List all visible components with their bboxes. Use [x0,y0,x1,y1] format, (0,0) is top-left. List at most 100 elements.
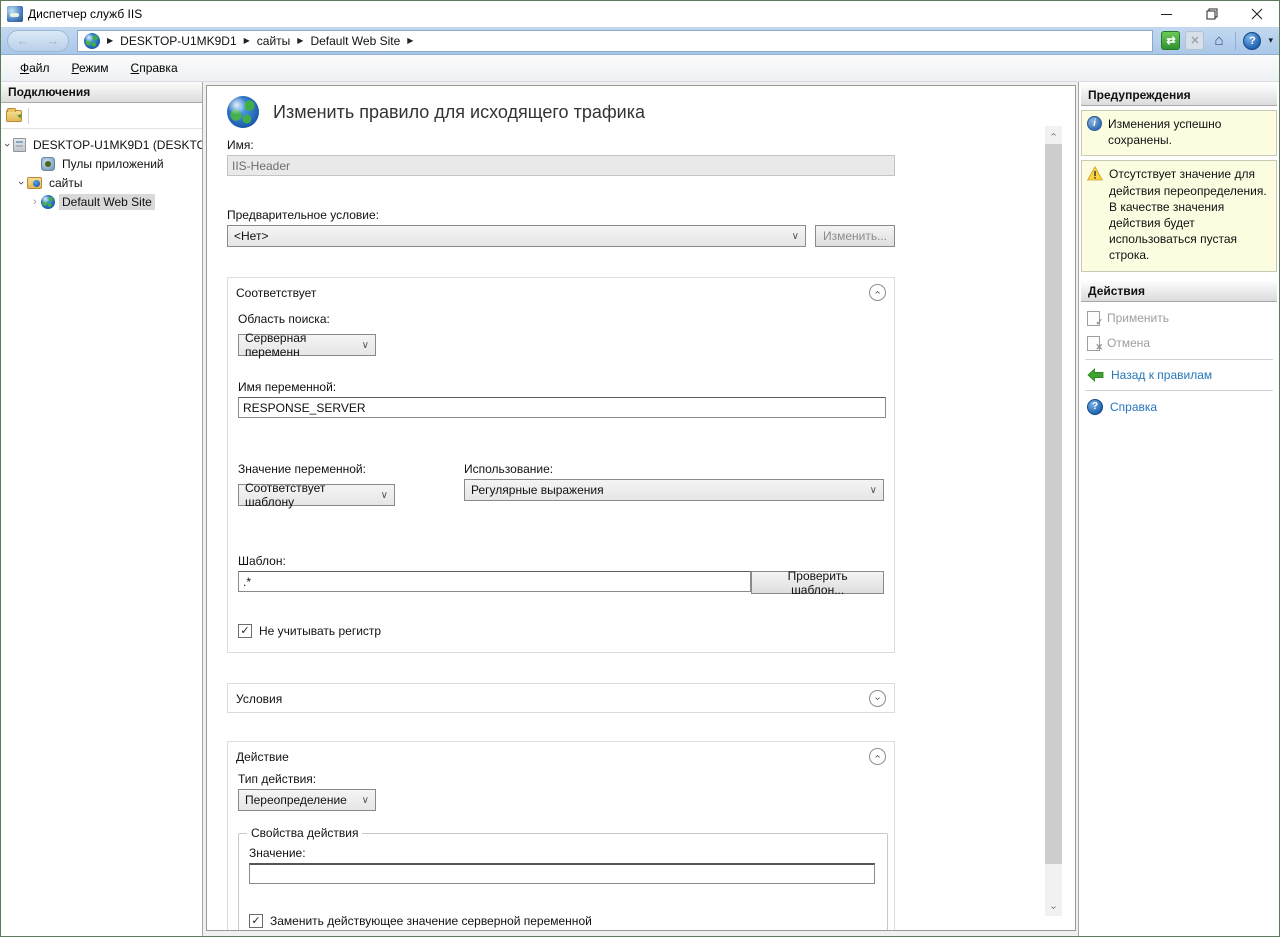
alert-warning: Отсутствует значение для действия переоп… [1081,160,1277,271]
tree-item-app-pools[interactable]: Пулы приложений [1,154,202,173]
help-action[interactable]: ? Справка [1083,394,1275,420]
app-pools-icon [41,157,55,171]
stop-icon: ✕ [1185,31,1204,50]
refresh-icon[interactable]: ⇄ [1161,31,1180,50]
action-section: Действие › Тип действия: Переопределение… [227,741,895,931]
replace-value-label: Заменить действующее значение серверной … [270,914,592,928]
warning-icon [1087,166,1103,181]
breadcrumb-arrow-icon[interactable]: ▶ [107,36,113,45]
match-section-title: Соответствует [236,286,316,300]
breadcrumb-arrow-icon[interactable]: ▶ [244,36,250,45]
expand-icon[interactable]: › [869,690,886,707]
title-bar: Диспетчер служб IIS [1,1,1279,27]
toolbar-separator [1235,32,1236,50]
conditions-section: Условия › [227,683,895,713]
scope-select[interactable]: Серверная переменн ∨ [238,334,376,356]
save-connection-icon[interactable] [6,110,22,122]
expander-icon[interactable]: › [1,139,13,151]
sites-folder-icon [27,177,42,189]
connections-tree: › DESKTOP-U1MK9D1 (DESKTOI Пулы приложен… [1,129,202,211]
navigation-buttons: ← → [7,30,69,52]
action-type-label: Тип действия: [238,772,884,786]
tree-item-sites[interactable]: › сайты [1,173,202,192]
apply-action: Применить [1083,306,1275,331]
breadcrumb-arrow-icon[interactable]: ▶ [407,36,413,45]
close-button[interactable] [1234,1,1279,27]
precondition-select[interactable]: <Нет> ∨ [227,225,806,247]
breadcrumb-site[interactable]: Default Web Site [310,34,400,48]
scope-label: Область поиска: [238,312,884,326]
pattern-input[interactable] [238,571,751,592]
value-input[interactable] [249,863,875,884]
tree-item-server[interactable]: › DESKTOP-U1MK9D1 (DESKTOI [1,135,202,154]
menu-view[interactable]: Режим [63,57,118,79]
tree-item-default-web-site[interactable]: › Default Web Site [1,192,202,211]
chevron-down-icon: ∨ [870,485,877,496]
toolbar-separator [28,108,29,124]
alert-warning-text: Отсутствует значение для действия переоп… [1109,166,1271,263]
scroll-up-icon[interactable]: › [1045,126,1062,143]
action-section-title: Действие [236,750,289,764]
ignore-case-checkbox[interactable]: ✓ [238,624,252,638]
connections-panel: Подключения › DESKTOP-U1MK9D1 (DESKTOI П… [1,82,203,936]
conditions-section-title: Условия [236,692,282,706]
chevron-down-icon: ∨ [792,231,799,242]
window-title: Диспетчер служб IIS [28,7,142,21]
action-properties-legend: Свойства действия [247,826,362,840]
server-icon [13,138,26,152]
help-dropdown-icon[interactable]: ▾ [1268,35,1273,46]
back-icon[interactable]: ← [17,34,30,47]
actions-divider [1085,359,1273,360]
breadcrumb-server[interactable]: DESKTOP-U1MK9D1 [120,34,236,48]
menu-file[interactable]: Файл [11,57,59,79]
page-title: Изменить правило для исходящего трафика [273,102,645,123]
cancel-icon [1087,336,1100,351]
alerts-header: Предупреждения [1081,85,1277,106]
replace-value-checkbox[interactable]: ✓ [249,914,263,928]
actions-header: Действия [1081,281,1277,302]
help-icon: ? [1087,399,1103,415]
address-bar: ← → ▶ DESKTOP-U1MK9D1 ▶ сайты ▶ Default … [1,27,1279,55]
connections-header: Подключения [1,82,202,103]
collapse-icon[interactable]: › [869,748,886,765]
breadcrumb-sites[interactable]: сайты [257,34,291,48]
home-icon[interactable]: ⌂ [1209,31,1228,50]
site-globe-icon [41,195,55,209]
breadcrumb[interactable]: ▶ DESKTOP-U1MK9D1 ▶ сайты ▶ Default Web … [77,30,1153,52]
expander-icon[interactable]: › [15,177,27,189]
content-panel: Изменить правило для исходящего трафика … [206,85,1076,931]
pattern-label: Шаблон: [238,554,884,568]
breadcrumb-arrow-icon[interactable]: ▶ [297,36,303,45]
menu-bar: Файл Режим Справка [1,55,1279,82]
action-type-select[interactable]: Переопределение ∨ [238,789,376,811]
variable-value-select[interactable]: Соответствует шаблону ∨ [238,484,395,506]
edit-precondition-button[interactable]: Изменить... [815,225,895,247]
back-arrow-icon [1087,368,1104,382]
iis-manager-window: Диспетчер служб IIS ← → ▶ DESKTOP-U1MK9D… [0,0,1280,937]
collapse-icon[interactable]: › [869,284,886,301]
scrollbar-thumb[interactable] [1045,144,1062,864]
restore-button[interactable] [1189,1,1234,27]
forward-icon[interactable]: → [47,34,60,47]
minimize-button[interactable] [1144,1,1189,27]
actions-divider [1085,390,1273,391]
server-globe-icon [84,33,100,49]
back-to-rules-action[interactable]: Назад к правилам [1083,363,1275,387]
feature-globe-icon [227,96,259,128]
match-section: Соответствует › Область поиска: Серверна… [227,277,895,653]
scroll-down-icon[interactable]: › [1045,899,1062,916]
variable-value-label: Значение переменной: [238,462,464,476]
menu-help[interactable]: Справка [122,57,187,79]
action-properties-group: Свойства действия Значение: ✓ Заменить д… [238,833,888,931]
name-input [227,155,895,176]
precondition-label: Предварительное условие: [227,208,915,222]
vertical-scrollbar[interactable]: › › [1045,126,1062,916]
cancel-action: Отмена [1083,331,1275,356]
help-icon[interactable]: ? [1243,32,1261,50]
variable-name-input[interactable] [238,397,886,418]
expander-icon[interactable]: › [29,196,41,208]
test-pattern-button[interactable]: Проверить шаблон... [751,571,884,594]
app-icon [7,6,23,22]
window-controls [1144,1,1279,27]
using-select[interactable]: Регулярные выражения ∨ [464,479,884,501]
